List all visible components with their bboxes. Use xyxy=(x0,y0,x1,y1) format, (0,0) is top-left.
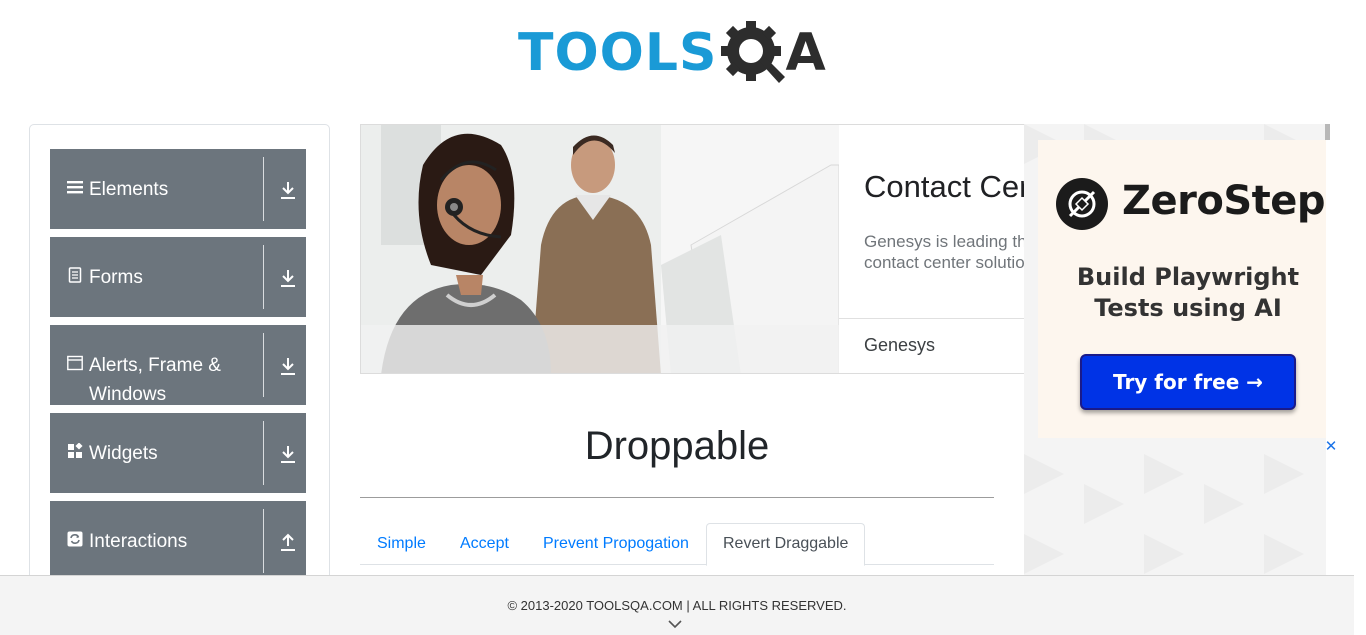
tab-revert-draggable[interactable]: Revert Draggable xyxy=(706,523,866,566)
sidebar-group-label: Interactions xyxy=(89,531,188,552)
gear-q-icon xyxy=(721,21,786,83)
sidebar-group-label: Widgets xyxy=(89,443,158,464)
toolsqa-logo[interactable]: TOOLS A xyxy=(518,14,826,92)
sidebar-group-alerts-frame-windows[interactable]: Alerts, Frame & Windows xyxy=(50,325,306,405)
footer-copyright: © 2013-2020 TOOLSQA.COM | ALL RIGHTS RES… xyxy=(507,598,847,613)
chevron-down-icon[interactable] xyxy=(667,619,683,630)
ad-description: Genesys is leading the contact center so… xyxy=(864,231,1030,273)
sidebar-group-forms[interactable]: Forms xyxy=(50,237,306,317)
ad-info-marker xyxy=(1325,124,1330,140)
window-icon xyxy=(67,355,83,371)
tab-accept[interactable]: Accept xyxy=(444,523,525,565)
logo-a-text: A xyxy=(785,23,826,83)
sidebar-group-label: Elements xyxy=(89,179,169,200)
contact-center-ad[interactable]: Contact Center Software Genesys is leadi… xyxy=(360,124,1030,374)
sidebar-group-interactions[interactable]: Interactions xyxy=(50,501,306,581)
group-divider xyxy=(263,333,264,397)
page-scrollbar[interactable] xyxy=(1354,0,1366,635)
logo-tools-text: TOOLS xyxy=(518,23,718,83)
group-divider xyxy=(263,157,264,221)
document-icon xyxy=(68,267,82,283)
ad-brand[interactable]: Genesys xyxy=(864,335,935,356)
try-for-free-button[interactable]: Try for free → xyxy=(1080,354,1296,410)
sidebar-group-elements[interactable]: Elements xyxy=(50,149,306,229)
page: TOOLS A Elements Forms Alerts, Frame & W… xyxy=(0,0,1366,635)
zerostep-tagline: Build Playwright Tests using AI xyxy=(1076,263,1300,322)
zerostep-card: ZeroStep Build Playwright Tests using AI… xyxy=(1038,140,1326,438)
tab-simple[interactable]: Simple xyxy=(361,523,442,565)
close-ad-icon[interactable]: ✕ xyxy=(1323,438,1339,456)
group-divider xyxy=(263,509,264,573)
upload-arrow-icon[interactable] xyxy=(279,532,297,552)
ad-divider xyxy=(839,318,1029,319)
download-arrow-icon[interactable] xyxy=(279,268,297,288)
download-arrow-icon[interactable] xyxy=(279,180,297,200)
zerostep-brand: ZeroStep xyxy=(1122,178,1326,224)
widgets-icon xyxy=(68,443,83,458)
ad-description-line: Genesys is leading the xyxy=(864,232,1030,251)
ad-description-line: contact center solutions xyxy=(864,253,1030,272)
download-arrow-icon[interactable] xyxy=(279,444,297,464)
sidebar: Elements Forms Alerts, Frame & Windows W… xyxy=(29,124,330,594)
call-center-image xyxy=(361,125,839,373)
page-title: Droppable xyxy=(584,424,770,468)
sidebar-group-widgets[interactable]: Widgets xyxy=(50,413,306,493)
footer: © 2013-2020 TOOLSQA.COM | ALL RIGHTS RES… xyxy=(0,575,1354,635)
ad-title[interactable]: Contact Center Software xyxy=(864,169,1029,205)
title-divider xyxy=(360,497,994,498)
download-arrow-icon[interactable] xyxy=(279,356,297,376)
hamburger-icon xyxy=(67,181,83,194)
group-divider xyxy=(263,245,264,309)
sidebar-group-label: Forms xyxy=(89,267,143,288)
tab-prevent-propogation[interactable]: Prevent Propogation xyxy=(527,523,705,565)
zerostep-logo-icon xyxy=(1056,178,1108,230)
group-divider xyxy=(263,421,264,485)
droppable-tabs: Simple Accept Prevent Propogation Revert… xyxy=(360,523,994,566)
ad-photo-call-center xyxy=(361,125,839,373)
refresh-icon xyxy=(67,531,83,547)
sidebar-group-label: Alerts, Frame & Windows xyxy=(89,355,221,405)
zerostep-ad[interactable]: ZeroStep Build Playwright Tests using AI… xyxy=(1024,124,1326,594)
